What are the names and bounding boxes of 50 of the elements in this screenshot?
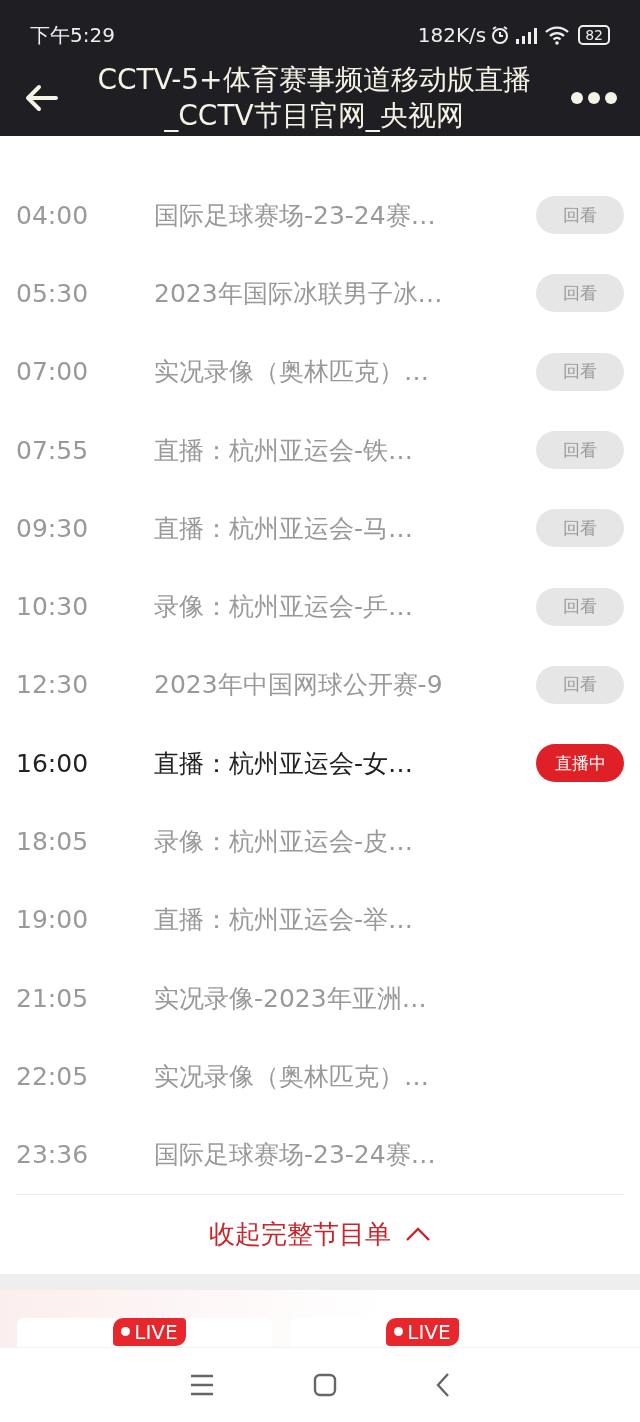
program-title: 录像：杭州亚运会-皮… (154, 826, 415, 858)
home-icon[interactable] (313, 1372, 337, 1397)
program-time: 16:00 (16, 748, 90, 778)
wifi-icon (544, 25, 571, 45)
program-title: 实况录像（奥林匹克）… (154, 1060, 430, 1093)
alarm-icon (490, 25, 511, 45)
program-title: 录像：杭州亚运会-乒… (154, 591, 415, 624)
chevron-up-icon (405, 1226, 431, 1243)
live-badge: LIVE (386, 1317, 459, 1346)
program-title: 国际足球赛场-23-24赛… (154, 1139, 437, 1172)
battery-icon: 82 (578, 25, 610, 45)
program-time: 09:30 (16, 513, 90, 543)
program-time: 12:30 (16, 670, 90, 700)
program-time: 21:05 (16, 983, 90, 1013)
replay-button[interactable]: 回看 (536, 665, 624, 704)
program-time: 22:05 (16, 1061, 90, 1091)
replay-button[interactable]: 回看 (536, 352, 624, 391)
live-badge: LIVE (113, 1317, 186, 1346)
program-title: 2023年中国网球公开赛-9 (154, 669, 444, 702)
program-time: 05:30 (16, 278, 90, 308)
program-time: 04:00 (16, 200, 90, 230)
program-title: 直播：杭州亚运会-举… (154, 904, 415, 937)
program-time: 18:05 (16, 827, 90, 856)
program-title: 直播：杭州亚运会-女… (154, 747, 415, 780)
replay-button[interactable]: 回看 (536, 274, 624, 313)
program-time: 07:00 (16, 357, 90, 387)
live-badge[interactable]: 直播中 (536, 744, 624, 783)
program-time: 19:00 (16, 905, 90, 935)
program-title: 实况录像-2023年亚洲… (154, 982, 428, 1015)
program-title: 直播：杭州亚运会-铁… (154, 434, 415, 467)
page-title: CCTV-5+体育赛事频道移动版直播_CCTV节目官网_央视网 (96, 62, 532, 134)
replay-button[interactable]: 回看 (536, 196, 624, 235)
program-title: 2023年国际冰联男子冰… (154, 277, 444, 310)
replay-button[interactable]: 回看 (536, 431, 624, 470)
program-time: 23:36 (16, 1140, 90, 1170)
live-card[interactable]: LIVE (17, 1317, 272, 1347)
status-time: 下午5:29 (30, 21, 115, 49)
program-title: 国际足球赛场-23-24赛… (154, 199, 437, 232)
more-icon[interactable] (570, 91, 618, 105)
collapse-button[interactable]: 收起完整节目单 (203, 1215, 437, 1253)
menu-icon[interactable] (189, 1372, 215, 1397)
replay-button[interactable]: 回看 (536, 587, 624, 626)
network-speed: 182K/s (417, 23, 487, 47)
program-title: 直播：杭州亚运会-马… (154, 512, 415, 545)
program-title: 实况录像（奥林匹克）… (154, 356, 430, 389)
replay-button[interactable]: 回看 (536, 509, 624, 548)
program-time: 07:55 (16, 435, 90, 465)
back-icon[interactable] (24, 84, 58, 112)
back-nav-icon[interactable] (435, 1371, 451, 1398)
program-time: 10:30 (16, 592, 90, 622)
